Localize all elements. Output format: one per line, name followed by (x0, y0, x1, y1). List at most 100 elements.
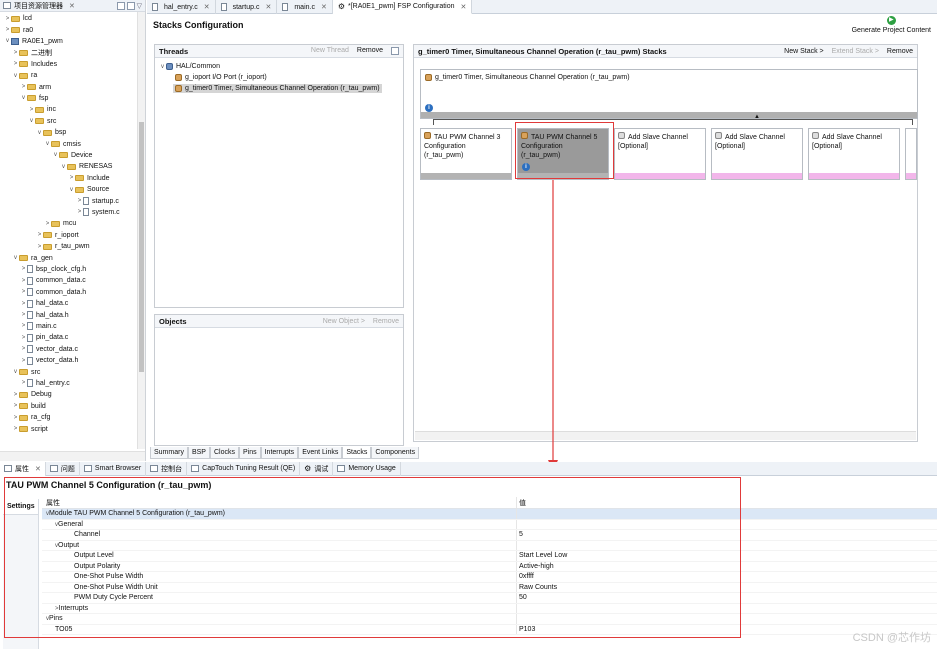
chevron-right-icon[interactable]: > (12, 392, 19, 398)
tree-item[interactable]: > Debug (12, 389, 52, 400)
new-stack-button[interactable]: New Stack > (784, 48, 824, 55)
thread-hal-common[interactable]: v HAL/Common (159, 63, 220, 70)
chevron-down-icon[interactable]: v (36, 130, 43, 136)
chevron-right-icon[interactable]: > (20, 335, 27, 341)
tree-item[interactable]: > arm (20, 81, 51, 92)
chevron-right-icon[interactable]: > (20, 323, 27, 329)
tree-item[interactable]: > r_tau_pwm (36, 241, 90, 252)
tab-properties[interactable]: 属性 ✕ (0, 461, 46, 476)
tree-item[interactable]: v RENESAS (60, 161, 112, 172)
tree-item[interactable]: > hal_entry.c (20, 378, 70, 389)
chevron-right-icon[interactable]: > (12, 403, 19, 409)
tab-event-links[interactable]: Event Links (298, 447, 343, 459)
new-object-button[interactable]: New Object > (323, 318, 365, 325)
chevron-right-icon[interactable]: > (20, 380, 27, 386)
tree-item[interactable]: > vector_data.c (20, 344, 78, 355)
close-icon[interactable]: ✕ (204, 3, 210, 11)
info-icon[interactable]: i (425, 104, 433, 112)
generate-project-button[interactable]: ▶ Generate Project Content (852, 16, 931, 34)
tree-item[interactable]: > lcd (4, 13, 32, 24)
tab-smart-browser[interactable]: Smart Browser (80, 461, 147, 476)
tab-startup[interactable]: startup.c ✕ (216, 0, 278, 14)
tree-item[interactable]: > bsp_clock_cfg.h (20, 264, 86, 275)
tab-console[interactable]: 控制台 (146, 461, 188, 476)
tab-summary[interactable]: Summary (150, 447, 188, 459)
tree-item[interactable]: > r_ioport (36, 230, 79, 241)
tree-item[interactable]: v cmsis (44, 138, 81, 149)
new-thread-button[interactable]: New Thread (311, 47, 349, 55)
close-icon[interactable]: ✕ (321, 3, 327, 11)
close-icon[interactable]: ✕ (69, 2, 75, 10)
stack-top-module[interactable]: g_timer0 Timer, Simultaneous Channel Ope… (420, 69, 918, 119)
tab-hal-entry[interactable]: hal_entry.c ✕ (147, 0, 216, 14)
tree-item[interactable]: > common_data.h (20, 287, 86, 298)
chevron-right-icon[interactable]: > (20, 84, 27, 90)
tree-item[interactable]: v bsp (36, 127, 66, 138)
tree-item[interactable]: > startup.c (76, 195, 119, 206)
explorer-hscrollbar[interactable] (0, 451, 145, 461)
tree-item[interactable]: > Include (68, 173, 110, 184)
chevron-down-icon[interactable]: v (52, 152, 59, 158)
tree-item[interactable]: v RA0E1_pwm (4, 36, 63, 47)
tree-item[interactable]: > common_data.c (20, 275, 86, 286)
tree-item[interactable]: v Source (68, 184, 109, 195)
tree-item[interactable]: > ra0 (4, 24, 33, 35)
tab-problems[interactable]: 问题 (46, 461, 80, 476)
tree-item[interactable]: > inc (28, 104, 56, 115)
stack-card-slave-2[interactable]: Add Slave Channel [Optional] (711, 128, 803, 180)
chevron-right-icon[interactable]: > (12, 426, 19, 432)
chevron-down-icon[interactable]: v (20, 95, 27, 101)
tree-item[interactable]: > script (12, 423, 48, 434)
chevron-down-icon[interactable]: v (44, 141, 51, 147)
link-editor-icon[interactable] (126, 1, 135, 10)
chevron-right-icon[interactable]: > (12, 50, 19, 56)
tab-bsp[interactable]: BSP (187, 447, 210, 459)
chevron-right-icon[interactable]: > (4, 27, 11, 33)
tree-item[interactable]: > 二进制 (12, 47, 52, 58)
stack-card-ch3[interactable]: TAU PWM Channel 3 Configuration (r_tau_pwm… (420, 128, 512, 180)
chevron-right-icon[interactable]: > (76, 198, 83, 204)
chevron-right-icon[interactable]: > (20, 358, 27, 364)
chevron-right-icon[interactable]: > (4, 16, 11, 22)
chevron-down-icon[interactable]: v (12, 255, 19, 261)
tree-item[interactable]: v ra_gen (12, 252, 53, 263)
chevron-right-icon[interactable]: > (12, 415, 19, 421)
chevron-right-icon[interactable]: > (20, 266, 27, 272)
chevron-right-icon[interactable]: > (36, 232, 43, 238)
tree-item[interactable]: v src (12, 366, 40, 377)
remove-object-button[interactable]: Remove (373, 318, 399, 325)
stack-card-slave-3[interactable]: Add Slave Channel [Optional] (808, 128, 900, 180)
chevron-right-icon[interactable]: > (20, 289, 27, 295)
chevron-down-icon[interactable]: v (12, 73, 19, 79)
tab-main[interactable]: main.c ✕ (277, 0, 333, 14)
extend-stack-button[interactable]: Extend Stack > (832, 48, 879, 55)
tree-item[interactable]: v fsp (20, 93, 48, 104)
tree-item[interactable]: > Includes (12, 59, 57, 70)
chevron-down-icon[interactable]: v (4, 38, 11, 44)
chevron-down-icon[interactable]: v (28, 118, 35, 124)
tab-debug[interactable]: ⚙ 调试 (300, 461, 334, 476)
tab-interrupts[interactable]: Interrupts (260, 447, 299, 459)
tree-item[interactable]: > build (12, 401, 46, 412)
filter-icon[interactable]: ▽ (137, 2, 142, 10)
tree-item[interactable]: > system.c (76, 207, 120, 218)
tree-item[interactable]: > mcu (44, 218, 77, 229)
tab-stacks[interactable]: Stacks (342, 447, 372, 459)
close-icon[interactable]: ✕ (461, 3, 467, 11)
tree-item[interactable]: > vector_data.h (20, 355, 78, 366)
tab-pins[interactable]: Pins (238, 447, 261, 459)
chevron-right-icon[interactable]: > (20, 312, 27, 318)
tab-fsp-configuration[interactable]: ⚙ *[RA0E1_pwm] FSP Configuration ✕ (332, 0, 473, 14)
chevron-right-icon[interactable]: > (44, 221, 51, 227)
close-icon[interactable]: ✕ (35, 465, 41, 473)
tree-item[interactable]: v ra (12, 70, 37, 81)
tab-captouch[interactable]: CapTouch Tuning Result (QE) (187, 461, 301, 476)
close-icon[interactable]: ✕ (265, 3, 271, 11)
stacks-hscrollbar[interactable] (415, 431, 916, 440)
chevron-right-icon[interactable]: > (20, 346, 27, 352)
tree-item[interactable]: v Device (52, 150, 92, 161)
explorer-scrollbar[interactable] (137, 12, 145, 449)
chevron-right-icon[interactable]: > (20, 278, 27, 284)
chevron-right-icon[interactable]: > (76, 209, 83, 215)
remove-thread-button[interactable]: Remove (357, 47, 383, 55)
